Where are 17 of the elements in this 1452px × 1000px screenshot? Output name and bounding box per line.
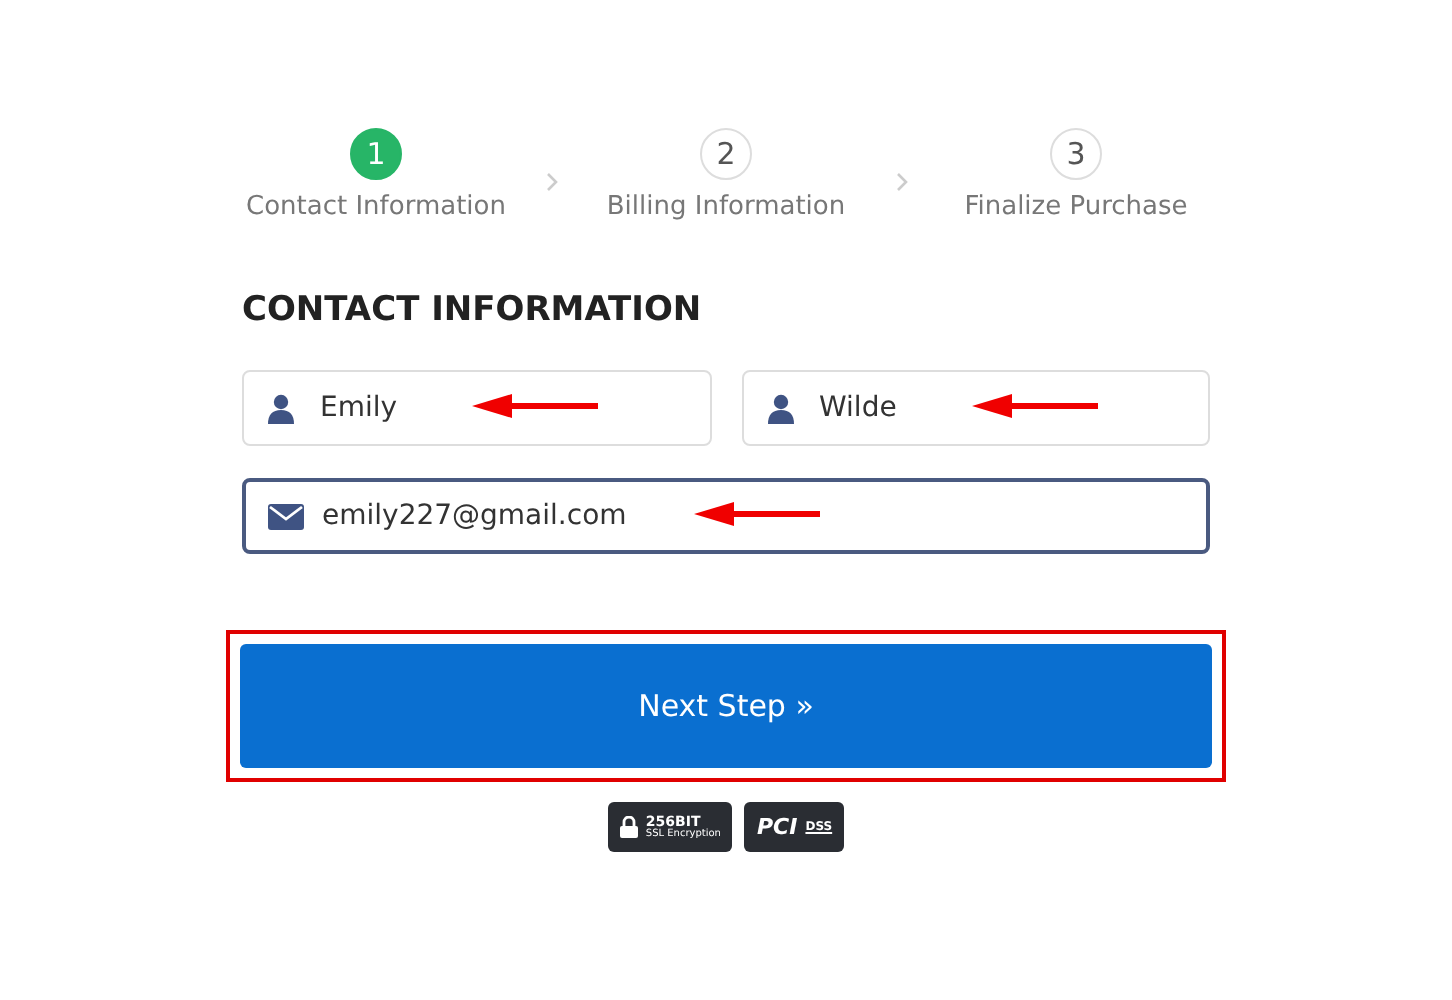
envelope-icon — [268, 503, 304, 529]
step-label: Billing Information — [606, 192, 846, 222]
step-label: Finalize Purchase — [964, 192, 1188, 222]
person-icon — [268, 393, 294, 423]
input-field[interactable]: Wilde — [741, 370, 1210, 446]
chevron-icon — [895, 172, 907, 192]
input-field[interactable]: emily227@gmail.com — [242, 478, 1210, 554]
section-heading: CONTACT INFORMATION — [242, 290, 704, 330]
step-label: Contact Information — [246, 192, 506, 222]
person-icon — [767, 393, 793, 423]
lock-icon — [619, 816, 638, 838]
chevron-icon — [545, 172, 557, 192]
badge-text: PCI — [756, 814, 798, 840]
step-number[interactable]: 2 — [700, 128, 752, 180]
input-field[interactable]: Emily — [242, 370, 711, 446]
step-number[interactable]: 3 — [1050, 128, 1102, 180]
next-step-button[interactable]: Next Step » — [240, 644, 1212, 768]
